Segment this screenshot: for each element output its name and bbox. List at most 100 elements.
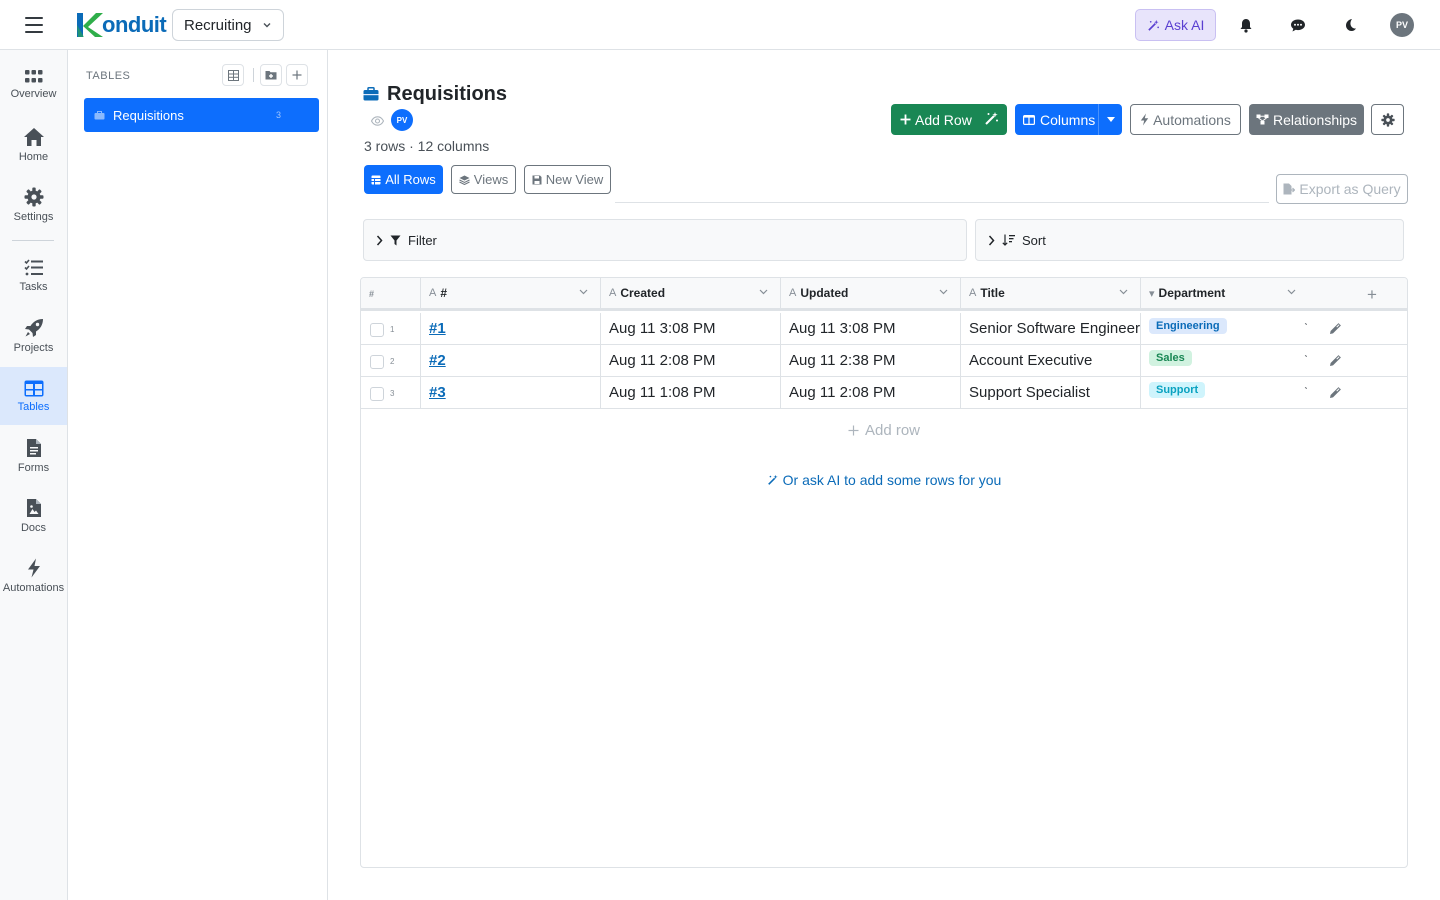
cell-updated[interactable]: Aug 11 2:08 PM — [781, 377, 961, 408]
chevron-down-icon[interactable] — [1119, 289, 1128, 295]
column-header-title[interactable]: A Title — [961, 278, 1141, 308]
tab-all-rows-label: All Rows — [385, 172, 436, 187]
row-tick-mark: ˋ — [1304, 353, 1308, 367]
nav-overview[interactable]: Overview — [0, 56, 67, 114]
chat-icon[interactable] — [1288, 15, 1308, 35]
ask-ai-label: Ask AI — [1164, 17, 1205, 33]
chevron-down-icon[interactable] — [759, 289, 768, 295]
table-grid-view-button[interactable] — [222, 64, 244, 86]
cell-department[interactable]: Sales — [1141, 345, 1308, 376]
nav-tasks[interactable]: Tasks — [0, 247, 67, 305]
column-header-department[interactable]: ▾ Department — [1141, 278, 1308, 308]
row-number: 1 — [390, 325, 395, 334]
nav-settings[interactable]: Settings — [0, 176, 67, 234]
nav-overview-label: Overview — [10, 88, 57, 100]
cell-created[interactable]: Aug 11 2:08 PM — [601, 345, 781, 376]
cell-id[interactable]: #2 — [421, 345, 601, 376]
cell-id[interactable]: #3 — [421, 377, 601, 408]
add-column-plus-icon[interactable]: + — [1367, 285, 1377, 305]
table-row[interactable]: 1 #1 Aug 11 3:08 PM Aug 11 3:08 PM Senio… — [361, 313, 1407, 345]
workspace-selector[interactable]: Recruiting — [172, 9, 284, 41]
cell-title[interactable]: Support Specialist — [961, 377, 1141, 408]
ask-ai-add-rows-link[interactable]: Or ask AI to add some rows for you — [361, 472, 1407, 488]
pencil-edit-icon[interactable] — [1329, 322, 1342, 340]
checklist-icon — [23, 259, 43, 276]
add-row-inline-button[interactable]: Add row — [361, 422, 1407, 439]
dark-mode-moon-icon[interactable] — [1340, 15, 1360, 35]
row-id-link[interactable]: #2 — [429, 352, 446, 369]
new-view-button[interactable]: New View — [524, 165, 611, 194]
row-checkbox[interactable] — [370, 323, 384, 337]
cell-department[interactable]: Support — [1141, 377, 1308, 408]
row-checkbox[interactable] — [370, 387, 384, 401]
relationships-button[interactable]: Relationships — [1249, 104, 1364, 135]
cell-updated[interactable]: Aug 11 3:08 PM — [781, 313, 961, 344]
filter-panel-toggle[interactable]: Filter — [363, 219, 967, 261]
nav-tables[interactable]: Tables — [0, 367, 67, 425]
row-checkbox[interactable] — [370, 355, 384, 369]
bolt-icon — [27, 558, 40, 578]
add-table-button[interactable] — [286, 64, 308, 86]
pencil-edit-icon[interactable] — [1329, 386, 1342, 404]
columns-dropdown-toggle[interactable] — [1098, 104, 1122, 135]
cell-id[interactable]: #1 — [421, 313, 601, 344]
nav-home[interactable]: Home — [0, 116, 67, 174]
column-header-id[interactable]: A # — [421, 278, 601, 308]
eye-icon[interactable] — [370, 113, 385, 131]
table-item-requisitions[interactable]: Requisitions 3 — [84, 98, 319, 132]
chevron-down-icon[interactable] — [579, 289, 588, 295]
left-nav-rail: Overview Home Settings Tasks Projects Ta… — [0, 50, 68, 900]
save-icon — [532, 175, 542, 184]
bell-icon[interactable] — [1236, 15, 1256, 35]
nav-automations[interactable]: Automations — [0, 547, 67, 605]
cell-created[interactable]: Aug 11 1:08 PM — [601, 377, 781, 408]
nav-forms[interactable]: Forms — [0, 427, 67, 485]
new-folder-button[interactable] — [260, 64, 282, 86]
tables-toolbar-divider — [253, 68, 254, 82]
cell-title[interactable]: Account Executive — [961, 345, 1141, 376]
tab-all-rows[interactable]: All Rows — [364, 165, 443, 194]
export-as-query-button[interactable]: Export as Query — [1276, 174, 1408, 204]
tables-panel: TABLES Requisitions 3 — [68, 50, 328, 900]
magic-wand-icon[interactable] — [984, 111, 999, 129]
table-settings-button[interactable] — [1371, 104, 1404, 135]
automations-button[interactable]: Automations — [1130, 104, 1241, 135]
column-header-updated[interactable]: A Updated — [781, 278, 961, 308]
nav-docs[interactable]: Docs — [0, 487, 67, 545]
ask-ai-button[interactable]: Ask AI — [1135, 9, 1216, 41]
columns-button[interactable]: Columns — [1015, 104, 1122, 135]
row-select-cell: 1 — [361, 313, 421, 344]
text-type-icon: A — [969, 287, 977, 299]
row-id-link[interactable]: #3 — [429, 384, 446, 401]
row-tick-mark: ˋ — [1304, 385, 1308, 399]
tab-views[interactable]: Views — [451, 165, 516, 194]
add-row-button[interactable]: Add Row — [891, 104, 1007, 135]
column-header-created[interactable]: A Created — [601, 278, 781, 308]
table-row[interactable]: 2 #2 Aug 11 2:08 PM Aug 11 2:38 PM Accou… — [361, 345, 1407, 377]
sort-panel-toggle[interactable]: Sort — [975, 219, 1404, 261]
row-id-link[interactable]: #1 — [429, 320, 446, 337]
user-avatar[interactable]: PV — [1390, 13, 1414, 37]
plus-icon — [848, 425, 859, 436]
chevron-down-icon[interactable] — [1287, 289, 1296, 295]
cell-created[interactable]: Aug 11 3:08 PM — [601, 313, 781, 344]
row-tick-mark: ˋ — [1304, 321, 1308, 335]
nav-tables-label: Tables — [17, 400, 50, 413]
menu-hamburger-icon[interactable] — [24, 15, 44, 35]
row-select-cell: 3 — [361, 377, 421, 408]
cell-department[interactable]: Engineering — [1141, 313, 1308, 344]
table-row[interactable]: 3 #3 Aug 11 1:08 PM Aug 11 2:08 PM Suppo… — [361, 377, 1407, 409]
home-icon — [23, 128, 44, 146]
nav-projects[interactable]: Projects — [0, 307, 67, 365]
tab-views-label: Views — [473, 172, 509, 187]
page-title: Requisitions — [387, 83, 508, 105]
logo-k-icon — [77, 13, 103, 37]
owner-avatar[interactable]: PV — [391, 109, 413, 131]
export-label: Export as Query — [1299, 181, 1401, 197]
cell-title[interactable]: Senior Software Engineer — [961, 313, 1141, 344]
pencil-edit-icon[interactable] — [1329, 354, 1342, 372]
chevron-down-icon[interactable] — [939, 289, 948, 295]
cell-updated[interactable]: Aug 11 2:38 PM — [781, 345, 961, 376]
department-badge: Engineering — [1149, 317, 1227, 334]
konduit-logo[interactable]: onduit — [74, 10, 167, 40]
